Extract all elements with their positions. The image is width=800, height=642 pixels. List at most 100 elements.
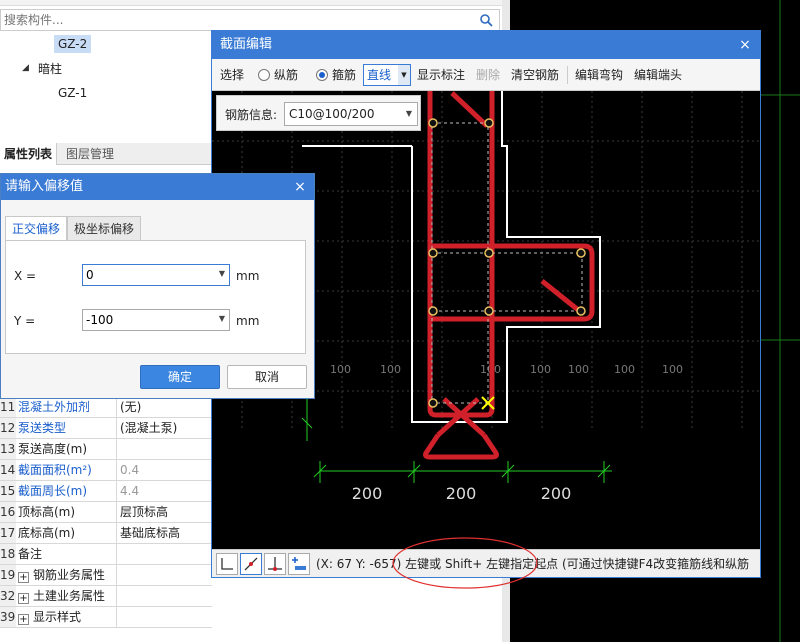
rebar-info-select[interactable]: C10@100/200 ▼ [284, 102, 418, 126]
close-icon[interactable]: × [738, 31, 752, 59]
line-mode-select[interactable]: 直线 ▼ [363, 64, 411, 86]
property-row[interactable]: 15 截面周长(m) 4.4 [0, 481, 212, 502]
property-name-text: 备注 [18, 547, 43, 561]
y-offset-input[interactable] [83, 310, 207, 330]
property-name: 混凝土外加剂 [18, 397, 117, 417]
property-row[interactable]: 17 底标高(m) 基础底标高 [0, 523, 212, 544]
property-name: 泵送类型 [18, 418, 117, 438]
expand-plus-icon[interactable]: + [18, 572, 29, 583]
dialog-title: 截面编辑 [212, 31, 760, 59]
tree-item-gz1[interactable]: GZ-1 [54, 84, 91, 102]
grid-label: 100 [330, 363, 351, 376]
canvas-grid-right [760, 0, 800, 642]
snap-plus-icon[interactable] [288, 553, 310, 575]
radio-stirrup-label: 箍筋 [332, 68, 357, 82]
search-box[interactable] [0, 9, 500, 31]
property-value[interactable]: 层顶标高 [120, 502, 212, 522]
property-row[interactable]: 16 顶标高(m) 层顶标高 [0, 502, 212, 523]
close-icon[interactable]: × [292, 174, 308, 200]
property-row[interactable]: 19 + 钢筋业务属性 [0, 565, 212, 586]
property-name-text: 顶标高(m) [18, 505, 76, 519]
tab-orthogonal-offset[interactable]: 正交偏移 [5, 216, 68, 241]
property-row[interactable]: 14 截面面积(m²) 0.4 [0, 460, 212, 481]
expand-arrow-icon[interactable]: ◢ [22, 63, 29, 73]
unit-label: mm [236, 314, 260, 328]
chevron-down-icon: ▼ [218, 314, 225, 323]
delete-button[interactable]: 删除 [476, 59, 500, 91]
property-value[interactable]: 4.4 [120, 481, 212, 501]
select-tool-button[interactable]: 选择 [220, 59, 244, 91]
property-name-text: 钢筋业务属性 [33, 568, 106, 582]
property-name: 截面周长(m) [18, 481, 117, 501]
search-input[interactable] [1, 10, 471, 30]
property-row[interactable]: 13 泵送高度(m) [0, 439, 212, 460]
property-value[interactable] [120, 565, 212, 585]
property-name-text: 底标高(m) [18, 526, 76, 540]
expand-plus-icon[interactable]: + [18, 593, 29, 604]
property-value[interactable] [120, 544, 212, 564]
grid-label: 100 [530, 363, 551, 376]
property-row[interactable]: 18 备注 [0, 544, 212, 565]
edit-end-button[interactable]: 编辑端头 [634, 59, 682, 91]
expand-plus-icon[interactable]: + [18, 614, 29, 625]
tree-group-anzhu[interactable]: 暗柱 [34, 60, 66, 78]
rebar-info-panel: 钢筋信息: C10@100/200 ▼ [216, 95, 421, 131]
unit-label: mm [236, 269, 260, 283]
snap-perpendicular-icon[interactable] [264, 553, 286, 575]
row-number: 13 [0, 439, 16, 459]
property-value[interactable] [120, 439, 212, 459]
dimension-label: 200 [541, 484, 572, 503]
property-name-text: 土建业务属性 [33, 589, 106, 603]
row-number: 12 [0, 418, 16, 438]
clear-rebar-button[interactable]: 清空钢筋 [511, 59, 559, 91]
property-row[interactable]: 39 + 显示样式 [0, 607, 212, 628]
property-name-text: 泵送高度(m) [18, 442, 88, 456]
dialog-title: 请输入偏移值 [1, 174, 314, 200]
radio-stirrup[interactable]: 箍筋 [316, 59, 356, 91]
tab-polar-offset[interactable]: 极坐标偏移 [67, 216, 142, 240]
radio-longitudinal-label: 纵筋 [274, 68, 299, 82]
property-row[interactable]: 32 + 土建业务属性 [0, 586, 212, 607]
property-name: + 钢筋业务属性 [18, 565, 117, 585]
property-value[interactable]: 0.4 [120, 460, 212, 480]
property-name-text: 混凝土外加剂 [18, 400, 91, 414]
cancel-button[interactable]: 取消 [227, 365, 307, 389]
edit-hook-button[interactable]: 编辑弯钩 [575, 59, 623, 91]
property-row[interactable]: 12 泵送类型 (混凝土泵) [0, 418, 212, 439]
row-number: 11 [0, 397, 16, 417]
tab-property-list[interactable]: 属性列表 [0, 143, 58, 165]
property-row[interactable]: 11 混凝土外加剂 (无) [0, 397, 212, 418]
row-number: 32 [0, 586, 16, 606]
tab-layer-management[interactable]: 图层管理 [62, 143, 118, 165]
property-value[interactable]: 基础底标高 [120, 523, 212, 543]
ortho-mode-icon[interactable] [216, 553, 238, 575]
radio-longitudinal[interactable]: 纵筋 [258, 59, 298, 91]
property-name-text: 截面周长(m) [18, 484, 88, 498]
chevron-down-icon: ▼ [218, 269, 225, 278]
x-offset-field[interactable]: ▼ [82, 264, 230, 286]
x-offset-input[interactable] [83, 265, 207, 285]
y-offset-field[interactable]: ▼ [82, 309, 230, 331]
search-icon[interactable] [479, 13, 493, 27]
property-value[interactable] [120, 607, 212, 627]
property-value[interactable] [120, 586, 212, 606]
row-number: 16 [0, 502, 16, 522]
grid-label: 100 [380, 363, 401, 376]
grid-label: 100 [614, 363, 635, 376]
offset-form: X = ▼ mm Y = ▼ mm [5, 240, 306, 354]
show-labels-button[interactable]: 显示标注 [417, 59, 465, 91]
tree-item-gz2[interactable]: GZ-2 [54, 35, 92, 53]
property-name: 顶标高(m) [18, 502, 117, 522]
y-label: Y = [14, 314, 36, 328]
row-number: 18 [0, 544, 16, 564]
snap-line-icon[interactable] [240, 553, 262, 575]
property-value[interactable]: (混凝土泵) [120, 418, 212, 438]
row-number: 14 [0, 460, 16, 480]
rebar-info-label: 钢筋信息: [225, 108, 278, 122]
section-toolbar: 选择 纵筋 箍筋 直线 ▼ 显示标注 删除 清空钢筋 编辑弯钩 编辑端头 [212, 59, 760, 91]
property-value[interactable]: (无) [120, 397, 212, 417]
ok-button[interactable]: 确定 [140, 365, 220, 389]
toolbar-divider [567, 66, 568, 84]
property-name-text: 截面面积(m²) [18, 463, 92, 477]
grid-label: 100 [662, 363, 683, 376]
